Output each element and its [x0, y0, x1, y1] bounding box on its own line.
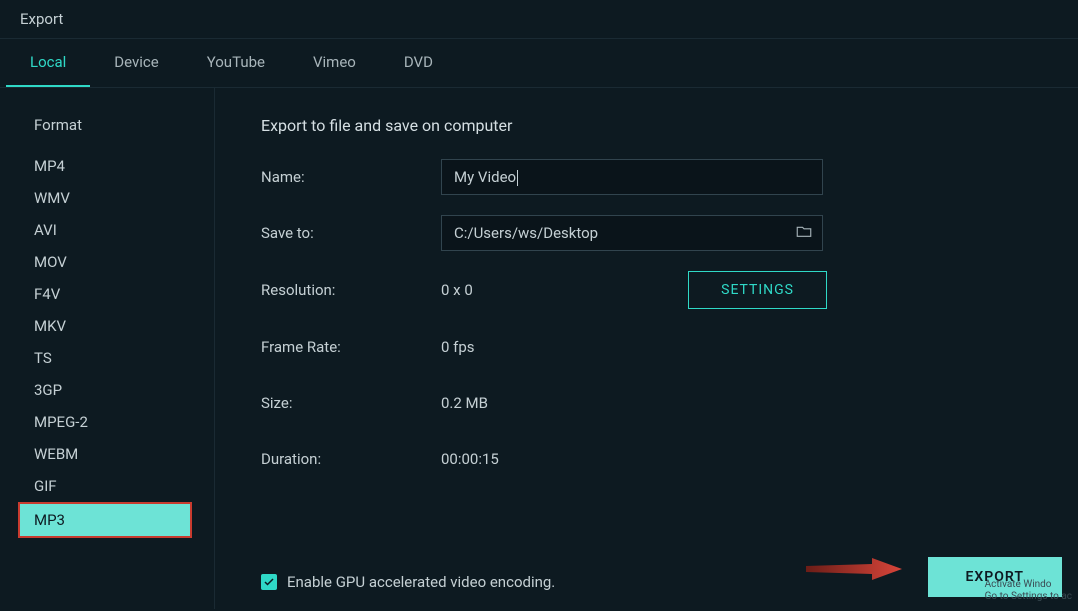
gpu-checkbox-label: Enable GPU accelerated video encoding. [287, 573, 555, 591]
tab-youtube[interactable]: YouTube [183, 39, 289, 87]
tab-vimeo[interactable]: Vimeo [289, 39, 380, 87]
size-label: Size: [261, 394, 441, 412]
panel-title: Export to file and save on computer [261, 116, 1038, 135]
framerate-value: 0 fps [441, 338, 475, 356]
framerate-label: Frame Rate: [261, 338, 441, 356]
format-heading: Format [0, 108, 214, 142]
format-wmv[interactable]: WMV [0, 182, 214, 214]
format-f4v[interactable]: F4V [0, 278, 214, 310]
settings-button[interactable]: SETTINGS [688, 271, 827, 309]
tab-local[interactable]: Local [6, 39, 90, 87]
tab-device[interactable]: Device [90, 39, 182, 87]
format-sidebar: Format MP4 WMV AVI MOV F4V MKV TS 3GP MP… [0, 88, 215, 609]
format-mp4[interactable]: MP4 [0, 150, 214, 182]
resolution-label: Resolution: [261, 281, 441, 299]
tab-dvd[interactable]: DVD [380, 39, 457, 87]
saveto-label: Save to: [261, 224, 441, 242]
format-webm[interactable]: WEBM [0, 438, 214, 470]
export-tabs: Local Device YouTube Vimeo DVD [0, 39, 1078, 88]
format-mkv[interactable]: MKV [0, 310, 214, 342]
resolution-value: 0 x 0 [441, 281, 473, 299]
browse-folder-icon[interactable] [795, 222, 813, 244]
format-mp3[interactable]: MP3 [20, 504, 190, 536]
export-button[interactable]: EXPORT [928, 557, 1062, 597]
format-list: MP4 WMV AVI MOV F4V MKV TS 3GP MPEG-2 WE… [0, 142, 214, 536]
name-input[interactable]: My Video [441, 159, 823, 195]
export-settings-panel: Export to file and save on computer Name… [215, 88, 1078, 609]
duration-label: Duration: [261, 450, 441, 468]
format-3gp[interactable]: 3GP [0, 374, 214, 406]
duration-value: 00:00:15 [441, 450, 499, 468]
size-value: 0.2 MB [441, 394, 488, 412]
saveto-input[interactable] [441, 215, 823, 251]
format-mpeg2[interactable]: MPEG-2 [0, 406, 214, 438]
format-gif[interactable]: GIF [0, 470, 214, 502]
format-avi[interactable]: AVI [0, 214, 214, 246]
window-title: Export [0, 0, 1078, 39]
name-label: Name: [261, 168, 441, 186]
gpu-checkbox[interactable] [261, 574, 277, 590]
format-ts[interactable]: TS [0, 342, 214, 374]
format-mov[interactable]: MOV [0, 246, 214, 278]
